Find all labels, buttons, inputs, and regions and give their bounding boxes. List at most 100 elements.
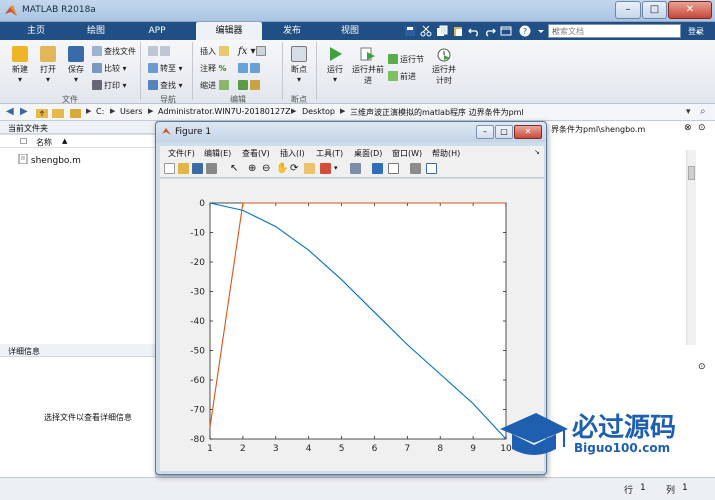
login-link[interactable]: 登录 xyxy=(688,26,704,37)
breadcrumb-drive[interactable]: C: xyxy=(96,107,104,116)
figure-title-bar[interactable]: Figure 1 – □ ✕ xyxy=(156,122,546,142)
brush-dropdown-icon[interactable]: ▾ xyxy=(334,163,345,174)
copy-icon[interactable] xyxy=(436,25,448,37)
insert-function-button[interactable]: fx ▾ xyxy=(238,46,256,57)
line-chart[interactable]: 1 2 3 4 5 6 7 8 9 100-10-20-30-40-50-60-70-80 xyxy=(160,179,544,471)
figure-close-button[interactable]: ✕ xyxy=(514,125,542,139)
open-file-icon[interactable] xyxy=(178,163,189,174)
close-button[interactable]: ✕ xyxy=(668,1,712,19)
y-tick-label: -70 xyxy=(190,406,205,416)
address-dropdown-icon[interactable]: ▾ xyxy=(686,107,691,117)
insert-button[interactable]: 插入 xyxy=(200,46,231,57)
indent-label: 缩进 xyxy=(200,81,216,90)
save-button[interactable]: 保存 ▾ xyxy=(62,46,90,84)
file-item[interactable]: shengbo.m xyxy=(18,154,81,166)
goto-button[interactable]: 转至 ▾ xyxy=(148,63,183,74)
run-advance-button[interactable]: 运行并前进 xyxy=(352,46,384,86)
smart-indent-button[interactable] xyxy=(238,80,262,90)
wrap-comments-button[interactable] xyxy=(238,63,262,73)
save-figure-icon[interactable] xyxy=(192,163,203,174)
pan-icon[interactable]: ✋ xyxy=(276,163,288,174)
zoom-out-icon[interactable]: ⊖ xyxy=(262,163,273,174)
tab-apps[interactable]: APP xyxy=(128,22,186,40)
new-button[interactable]: 新建 ▾ xyxy=(6,46,34,84)
data-cursor-icon[interactable] xyxy=(304,163,315,174)
menu-window[interactable]: 窗口(W) xyxy=(392,148,422,159)
tab-home[interactable]: 主页 xyxy=(8,22,64,40)
help-dropdown-icon[interactable] xyxy=(535,25,547,37)
brush-icon[interactable] xyxy=(320,163,331,174)
editor-scrollbar[interactable] xyxy=(686,150,696,345)
tab-view[interactable]: 视图 xyxy=(322,22,378,40)
name-column-header[interactable]: ☐ 名称 ▲ xyxy=(0,135,155,148)
editor-menu-icon[interactable]: ⊙ xyxy=(698,123,706,133)
cut-icon[interactable] xyxy=(420,25,432,37)
row-value: 1 xyxy=(640,483,646,493)
menu-edit[interactable]: 编辑(E) xyxy=(204,148,231,159)
menu-desktop[interactable]: 桌面(D) xyxy=(354,148,382,159)
menu-tools[interactable]: 工具(T) xyxy=(316,148,343,159)
print-figure-icon[interactable] xyxy=(206,163,217,174)
find-button[interactable]: 查找 ▾ xyxy=(148,80,183,91)
figure-maximize-button[interactable]: □ xyxy=(495,125,513,139)
editor-close-icon[interactable]: ⊗ xyxy=(684,123,692,133)
menu-help[interactable]: 帮助(H) xyxy=(432,148,460,159)
rotate-icon[interactable]: ⟳ xyxy=(290,163,301,174)
find-files-button[interactable]: 查找文件 xyxy=(92,46,136,57)
breadcrumb-desktop[interactable]: Desktop xyxy=(302,107,335,116)
hide-plot-tools-icon[interactable] xyxy=(410,163,421,174)
open-folder-address-icon[interactable] xyxy=(70,107,82,118)
zoom-in-icon[interactable]: ⊕ xyxy=(248,163,259,174)
forward-arrow-icon[interactable]: ▶ xyxy=(20,106,28,117)
breadcrumb-project[interactable]: 三维声波正演模拟的matlab程序 边界条件为pml xyxy=(350,107,524,118)
menu-view[interactable]: 查看(V) xyxy=(242,148,270,159)
back-forward-buttons[interactable] xyxy=(148,46,172,56)
insert-colorbar-icon[interactable] xyxy=(372,163,383,174)
minimize-button[interactable]: – xyxy=(615,1,641,19)
edit-extra-button[interactable] xyxy=(256,46,268,56)
back-arrow-icon[interactable]: ◀ xyxy=(6,106,14,117)
browse-folder-icon[interactable] xyxy=(52,107,64,118)
tab-publish[interactable]: 发布 xyxy=(264,22,320,40)
figure-window[interactable]: Figure 1 – □ ✕ 文件(F) 编辑(E) 查看(V) 插入(I) 工… xyxy=(155,121,547,475)
advance-button[interactable]: 前进 xyxy=(388,71,416,82)
search-folder-icon[interactable]: ⌕ xyxy=(700,106,706,117)
paste-icon[interactable] xyxy=(452,25,464,37)
insert-legend-icon[interactable] xyxy=(388,163,399,174)
tab-plots[interactable]: 绘图 xyxy=(66,22,126,40)
x-tick-label: 9 xyxy=(470,444,476,454)
switch-windows-icon[interactable] xyxy=(500,25,512,37)
figure-minimize-button[interactable]: – xyxy=(476,125,494,139)
run-section-button[interactable]: 运行节 xyxy=(388,54,424,65)
new-figure-icon[interactable] xyxy=(164,163,175,174)
tab-editor[interactable]: 编辑器 xyxy=(196,22,262,40)
advance-icon xyxy=(388,71,398,81)
menu-insert[interactable]: 插入(I) xyxy=(280,148,305,159)
run-time-button[interactable]: 运行并计时 xyxy=(430,46,458,86)
open-button[interactable]: 打开 ▾ xyxy=(34,46,62,84)
save-quick-icon[interactable] xyxy=(404,25,416,37)
search-input[interactable]: 搜索文档 ⌕ xyxy=(548,24,681,38)
print-button[interactable]: 打印 ▾ xyxy=(92,80,127,91)
up-folder-icon[interactable] xyxy=(36,107,48,118)
dock-arrow-icon[interactable]: ↘ xyxy=(534,148,540,156)
maximize-button[interactable]: □ xyxy=(642,1,667,19)
run-button[interactable]: 运行 ▾ xyxy=(322,46,348,84)
y-tick-label: -10 xyxy=(190,229,205,239)
plot-area[interactable]: 1 2 3 4 5 6 7 8 9 10 0 -10 -20 -30 -40 -50 -60 -70 -80 xyxy=(160,179,544,471)
redo-icon[interactable] xyxy=(484,25,496,37)
undo-icon[interactable] xyxy=(468,25,480,37)
menu-file[interactable]: 文件(F) xyxy=(168,148,195,159)
breakpoints-button[interactable]: 断点 ▾ xyxy=(286,46,312,84)
link-plot-icon[interactable] xyxy=(350,163,361,174)
breadcrumb-users[interactable]: Users xyxy=(120,107,142,116)
show-plot-tools-icon[interactable] xyxy=(426,163,437,174)
compare-button[interactable]: 比较 ▾ xyxy=(92,63,127,74)
breadcrumb-administrator[interactable]: Administrator.WIN7U-20180127Z xyxy=(158,107,291,116)
command-window-menu-icon[interactable]: ⊙ xyxy=(698,362,706,372)
pointer-icon[interactable]: ↖ xyxy=(230,163,241,174)
comment-button[interactable]: 注释 % xyxy=(200,63,227,74)
scrollbar-thumb[interactable] xyxy=(688,166,695,180)
indent-button[interactable]: 缩进 xyxy=(200,80,231,91)
help-icon[interactable]: ? xyxy=(519,25,531,37)
